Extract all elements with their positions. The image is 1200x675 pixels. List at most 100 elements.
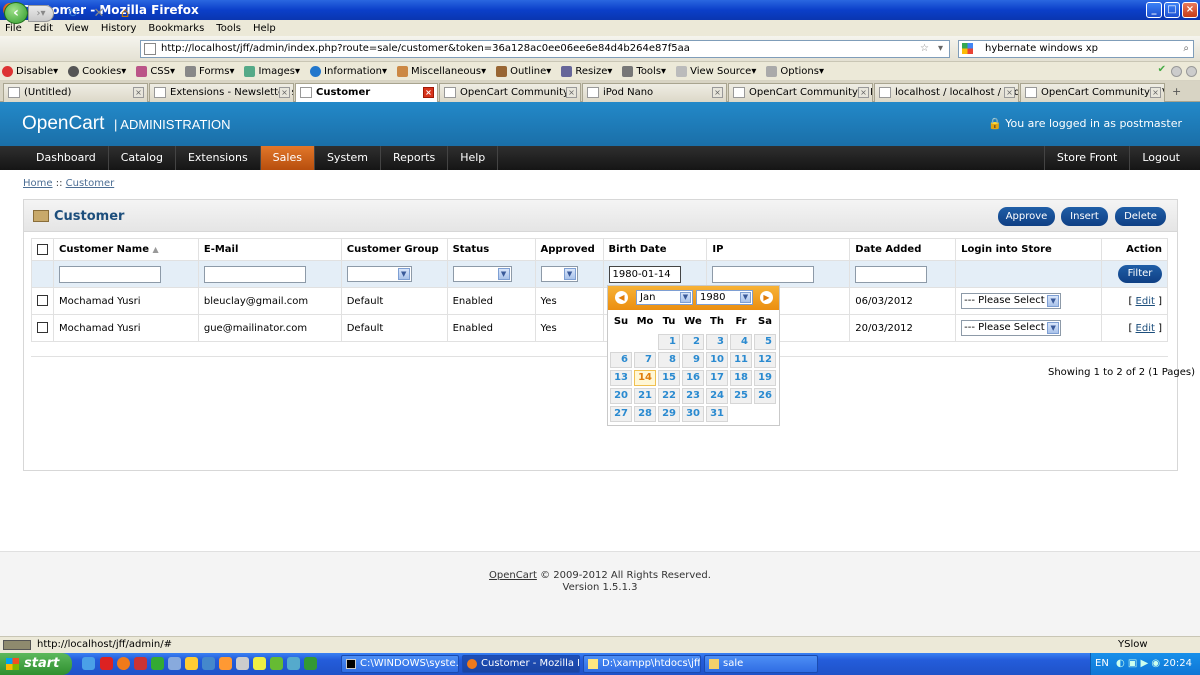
language-indicator[interactable]: EN bbox=[1095, 658, 1109, 669]
devbar-forms[interactable]: Forms ▾ bbox=[183, 65, 234, 77]
devbar-css[interactable]: CSS ▾ bbox=[134, 65, 175, 77]
bookmark-star-icon[interactable]: ☆ bbox=[920, 41, 929, 57]
app-quicklaunch-icon[interactable] bbox=[270, 657, 283, 670]
menu-bookmarks[interactable]: Bookmarks bbox=[143, 23, 211, 34]
calendar-day[interactable]: 11 bbox=[730, 352, 752, 368]
calendar-day[interactable]: 16 bbox=[682, 370, 704, 386]
tab-extensions-newsletter[interactable]: Extensions - Newsletter su...× bbox=[149, 83, 294, 102]
tab-close-icon[interactable]: × bbox=[858, 87, 869, 98]
calendar-day[interactable]: 26 bbox=[754, 388, 776, 404]
tab-opencart-community-1[interactable]: OpenCart Community • Vie...× bbox=[439, 83, 581, 102]
col-birth-date[interactable]: Birth Date bbox=[602, 238, 708, 261]
row-checkbox[interactable] bbox=[37, 322, 48, 334]
reload-icon[interactable]: ↻ bbox=[66, 6, 80, 21]
calendar-day[interactable]: 4 bbox=[730, 334, 752, 350]
col-ip[interactable]: IP bbox=[706, 238, 851, 261]
tab-close-icon[interactable]: × bbox=[279, 87, 290, 98]
tab-close-icon[interactable]: × bbox=[712, 87, 723, 98]
app-quicklaunch-icon[interactable] bbox=[185, 657, 198, 670]
menu-history[interactable]: History bbox=[96, 23, 144, 34]
filter-status-select[interactable]: ▼ bbox=[452, 266, 512, 282]
calendar-day[interactable]: 1 bbox=[658, 334, 680, 350]
close-window-button[interactable]: × bbox=[1182, 2, 1198, 18]
opencart-logo[interactable]: OpenCart bbox=[22, 113, 104, 135]
prev-month-icon[interactable]: ◀ bbox=[615, 291, 628, 304]
edit-link[interactable]: Edit bbox=[1136, 296, 1155, 307]
task-cmd[interactable]: C:\WINDOWS\syste... bbox=[341, 655, 459, 673]
col-approved[interactable]: Approved bbox=[534, 238, 604, 261]
menu-tools[interactable]: Tools bbox=[211, 23, 248, 34]
devbar-tools[interactable]: Tools ▾ bbox=[620, 65, 666, 77]
filter-ip-input[interactable] bbox=[712, 265, 815, 283]
nav-catalog[interactable]: Catalog bbox=[109, 146, 176, 170]
tab-untitled[interactable]: (Untitled) × bbox=[3, 83, 148, 102]
app-quicklaunch-icon[interactable] bbox=[151, 657, 164, 670]
col-date-added[interactable]: Date Added bbox=[849, 238, 957, 261]
calendar-day[interactable]: 13 bbox=[610, 370, 632, 386]
nav-store-front[interactable]: Store Front bbox=[1043, 146, 1131, 170]
devbar-view-source[interactable]: View Source ▾ bbox=[674, 65, 756, 77]
col-customer-name[interactable]: Customer Name ▲ bbox=[53, 238, 199, 261]
calendar-day[interactable]: 25 bbox=[730, 388, 752, 404]
next-month-icon[interactable]: ▶ bbox=[760, 291, 773, 304]
tab-opencart-community-2[interactable]: OpenCart Community • Pos...× bbox=[728, 83, 873, 102]
col-customer-group[interactable]: Customer Group bbox=[340, 238, 448, 261]
footer-opencart-link[interactable]: OpenCart bbox=[489, 570, 537, 581]
menu-view[interactable]: View bbox=[60, 23, 96, 34]
devbar-disable[interactable]: Disable ▾ bbox=[0, 65, 58, 77]
app-quicklaunch-icon[interactable] bbox=[304, 657, 317, 670]
nav-help[interactable]: Help bbox=[448, 146, 499, 170]
login-store-select[interactable]: --- Please Select --- ▼ bbox=[961, 293, 1062, 309]
calendar-day[interactable]: 27 bbox=[610, 406, 632, 422]
insert-button[interactable]: Insert bbox=[1061, 207, 1108, 226]
tab-customer[interactable]: Customer × bbox=[295, 83, 438, 103]
devbar-images[interactable]: Images ▾ bbox=[242, 65, 300, 77]
calendar-day[interactable]: 20 bbox=[610, 388, 632, 404]
calendar-day[interactable]: 24 bbox=[706, 388, 728, 404]
breadcrumb-home[interactable]: Home bbox=[23, 178, 53, 189]
yslow-button[interactable]: YSlow bbox=[1118, 639, 1148, 650]
task-editor[interactable]: D:\xampp\htdocs\jff\... bbox=[583, 655, 701, 673]
calendar-day[interactable]: 12 bbox=[754, 352, 776, 368]
nav-extensions[interactable]: Extensions bbox=[176, 146, 261, 170]
tab-close-icon[interactable]: × bbox=[1150, 87, 1161, 98]
tab-close-icon[interactable]: × bbox=[133, 87, 144, 98]
month-select[interactable]: Jan ▼ bbox=[636, 290, 693, 305]
home-icon[interactable]: ⌂ bbox=[118, 6, 132, 21]
col-status[interactable]: Status bbox=[446, 238, 536, 261]
minimize-button[interactable]: _ bbox=[1146, 2, 1162, 18]
start-button[interactable]: start bbox=[0, 653, 72, 675]
col-email[interactable]: E-Mail bbox=[197, 238, 342, 261]
filter-date-added-input[interactable] bbox=[855, 265, 928, 283]
search-icon[interactable]: ⌕ bbox=[1183, 41, 1189, 57]
calendar-day[interactable]: 19 bbox=[754, 370, 776, 386]
tab-opencart-community-3[interactable]: OpenCart Community • Vie...× bbox=[1020, 83, 1165, 102]
filter-name-input[interactable] bbox=[59, 265, 161, 283]
calendar-day[interactable]: 3 bbox=[706, 334, 728, 350]
calendar-day[interactable]: 6 bbox=[610, 352, 632, 368]
breadcrumb-customer[interactable]: Customer bbox=[66, 178, 115, 189]
tab-ipod-nano[interactable]: iPod Nano × bbox=[582, 83, 727, 102]
calendar-day[interactable]: 17 bbox=[706, 370, 728, 386]
app-quicklaunch-icon[interactable] bbox=[236, 657, 249, 670]
filter-button[interactable]: Filter bbox=[1118, 265, 1162, 283]
approve-button[interactable]: Approve bbox=[998, 207, 1055, 226]
app-quicklaunch-icon[interactable] bbox=[287, 657, 300, 670]
calendar-day[interactable]: 30 bbox=[682, 406, 704, 422]
filter-birth-date-input[interactable]: 1980-01-14 bbox=[608, 265, 681, 283]
calendar-day[interactable]: 9 bbox=[682, 352, 704, 368]
firefox-quicklaunch-icon[interactable] bbox=[117, 657, 130, 670]
calendar-day[interactable]: 2 bbox=[682, 334, 704, 350]
select-all-checkbox[interactable] bbox=[37, 243, 48, 255]
nav-sales[interactable]: Sales bbox=[260, 146, 315, 170]
task-firefox[interactable]: Customer - Mozilla Fir... bbox=[462, 655, 580, 673]
menu-edit[interactable]: Edit bbox=[29, 23, 60, 34]
calendar-day[interactable]: 28 bbox=[634, 406, 656, 422]
calendar-day[interactable]: 5 bbox=[754, 334, 776, 350]
menu-file[interactable]: File bbox=[0, 23, 29, 34]
nav-dashboard[interactable]: Dashboard bbox=[24, 146, 109, 170]
filter-group-select[interactable]: ▼ bbox=[346, 266, 412, 282]
calendar-day[interactable]: 15 bbox=[658, 370, 680, 386]
nav-system[interactable]: System bbox=[315, 146, 381, 170]
nav-logout[interactable]: Logout bbox=[1130, 146, 1200, 170]
